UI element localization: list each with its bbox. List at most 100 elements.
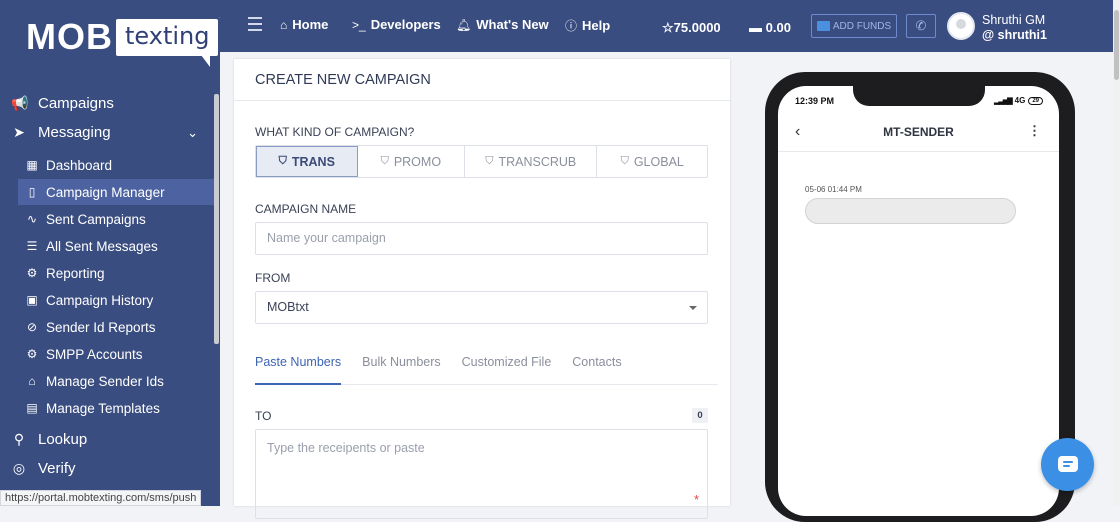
sidebar-item-lookup[interactable]: ⚲ Lookup <box>0 425 214 454</box>
tab-paste-numbers[interactable]: Paste Numbers <box>255 346 342 385</box>
more-vertical-icon[interactable]: ⋮ <box>1028 123 1041 139</box>
chevron-down-icon[interactable]: ⌄ <box>187 125 198 141</box>
phone-preview: 12:39 PM ▂▃▅▇ 4G 29 ‹ MT-SENDER ⋮ 05-06 … <box>765 72 1075 522</box>
nav-help[interactable]: ⓘ Help <box>565 17 610 34</box>
sidebar-item-label: Campaign Manager <box>46 184 165 200</box>
battery-icon: 29 <box>1028 96 1043 105</box>
from-label: FROM <box>255 271 291 285</box>
activity-icon: ∿ <box>26 212 38 226</box>
sidebar-item-campaign-manager[interactable]: ▯ Campaign Manager <box>18 179 214 205</box>
fingerprint-icon: ◎ <box>12 460 26 476</box>
credits-value: 75.0000 <box>673 20 721 35</box>
message-timestamp: 05-06 01:44 PM <box>805 185 862 194</box>
tab-customized-file[interactable]: Customized File <box>462 346 552 385</box>
sidebar-item-all-sent-messages[interactable]: ☰ All Sent Messages <box>18 233 214 259</box>
template-icon: ▤ <box>26 401 38 415</box>
paperclip-icon: ⊘ <box>26 320 38 334</box>
campaign-type-transcrub[interactable]: ⛉ TRANSCRUB <box>465 146 598 177</box>
campaign-type-label: TRANS <box>291 154 335 169</box>
nav-whats-new[interactable]: 🔔︎ What's New <box>456 17 549 32</box>
nav-developers[interactable]: >_ Developers <box>352 17 441 32</box>
page-title: CREATE NEW CAMPAIGN <box>234 59 730 101</box>
bell-icon: 🔔︎ <box>456 17 472 32</box>
wallet-value: 0.00 <box>765 20 791 35</box>
logo-text-texting: texting <box>125 21 210 50</box>
sidebar-item-campaigns[interactable]: 📢 Campaigns <box>0 89 214 118</box>
sidebar-item-label: Manage Templates <box>46 400 160 416</box>
phone-call-button[interactable]: ✆ <box>906 14 936 38</box>
mobtexting-logo[interactable]: MOB texting TM <box>26 16 228 67</box>
sidebar-item-smpp-accounts[interactable]: ⚙ SMPP Accounts <box>18 341 214 367</box>
phone-notch <box>853 86 985 106</box>
network-type: 4G <box>1014 96 1026 105</box>
megaphone-icon: 📢 <box>11 95 29 111</box>
tag-icon: ⌂ <box>28 374 36 388</box>
sidebar-item-label: Reporting <box>46 265 105 281</box>
browser-status-url: https://portal.mobtexting.com/sms/push <box>0 490 202 506</box>
nav-home[interactable]: ⌂ Home <box>280 17 328 32</box>
tab-bulk-numbers[interactable]: Bulk Numbers <box>362 346 441 385</box>
credits-balance: ☆75.0000 <box>662 20 721 36</box>
logo-tail <box>201 54 211 67</box>
campaign-type-label: PROMO <box>393 154 442 169</box>
phone-time: 12:39 PM <box>795 96 835 106</box>
card-icon <box>816 21 830 31</box>
wallet-balance: ▬ 0.00 <box>749 20 791 35</box>
from-select[interactable]: MOBtxt <box>255 291 708 324</box>
chat-icon <box>1058 456 1078 472</box>
add-funds-label: ADD FUNDS <box>832 20 892 32</box>
campaign-name-input[interactable]: Name your campaign <box>255 222 708 255</box>
sidebar-item-messaging[interactable]: ➤ Messaging ⌄ <box>0 118 214 147</box>
signal-icon: ▂▃▅▇ <box>994 97 1013 105</box>
sidebar-item-label: Campaign History <box>46 292 154 308</box>
nav-label: Home <box>292 17 329 32</box>
avatar[interactable] <box>947 12 975 40</box>
sidebar-item-sent-campaigns[interactable]: ∿ Sent Campaigns <box>18 206 214 232</box>
sidebar-item-manage-sender-ids[interactable]: ⌂ Manage Sender Ids <box>18 368 214 394</box>
home-icon: ⌂ <box>280 17 288 32</box>
gear-icon: ⚙ <box>26 266 38 280</box>
sidebar-scrollbar[interactable] <box>214 94 219 344</box>
phone-icon: ▯ <box>28 185 36 199</box>
add-funds-button[interactable]: ADD FUNDS <box>811 14 897 38</box>
tab-contacts[interactable]: Contacts <box>572 346 621 385</box>
user-name[interactable]: Shruthi GM <box>982 13 1045 27</box>
required-mark: * <box>693 492 699 507</box>
phone-sender-name: MT-SENDER <box>883 125 954 139</box>
sidebar-item-label: Verify <box>38 460 76 477</box>
phone-chat-header: ‹ MT-SENDER ⋮ <box>778 114 1059 152</box>
sidebar-item-reporting[interactable]: ⚙ Reporting <box>18 260 214 286</box>
search-icon: ⚲ <box>13 431 25 447</box>
menu-toggle-icon[interactable] <box>248 17 262 35</box>
campaign-type-promo[interactable]: ⛉ PROMO <box>358 146 466 177</box>
message-bubble <box>805 198 1016 224</box>
sidebar-item-sender-id-reports[interactable]: ⊘ Sender Id Reports <box>18 314 214 340</box>
sidebar-item-manage-templates[interactable]: ▤ Manage Templates <box>18 395 214 421</box>
help-icon: ⓘ <box>565 19 578 33</box>
shield-icon: ⛉ <box>278 155 287 167</box>
campaign-type-global[interactable]: ⛉ GLOBAL <box>597 146 707 177</box>
phone-status: ▂▃▅▇ 4G 29 <box>994 96 1043 105</box>
sidebar-item-dashboard[interactable]: ▦ Dashboard <box>18 152 214 178</box>
user-handle[interactable]: @ shruthi1 <box>982 28 1047 42</box>
caret-down-icon <box>689 306 697 310</box>
sidebar-item-label: Lookup <box>38 431 88 448</box>
sidebar: MOB texting TM 📢 Campaigns ➤ Messaging ⌄… <box>0 0 228 506</box>
page-scrollbar[interactable] <box>1113 0 1120 506</box>
chat-support-button[interactable] <box>1041 438 1094 491</box>
send-icon: ➤ <box>13 124 25 140</box>
campaign-kind-label: WHAT KIND OF CAMPAIGN? <box>255 125 415 139</box>
sidebar-item-campaign-history[interactable]: ▣ Campaign History <box>18 287 214 313</box>
wallet-icon: ▬ <box>749 20 762 35</box>
sidebar-item-label: All Sent Messages <box>46 238 158 254</box>
campaign-type-label: GLOBAL <box>633 154 684 169</box>
nav-label: Help <box>582 18 611 33</box>
from-value: MOBtxt <box>267 300 309 314</box>
nav-label: Developers <box>370 17 441 32</box>
shield-icon: ⛉ <box>380 155 389 167</box>
campaign-type-trans[interactable]: ⛉ TRANS <box>256 146 358 177</box>
sidebar-item-verify[interactable]: ◎ Verify <box>0 454 214 483</box>
gear-icon: ⚙ <box>26 347 38 361</box>
sidebar-item-label: Campaigns <box>38 95 114 112</box>
logo-text-mob: MOB <box>26 16 113 57</box>
